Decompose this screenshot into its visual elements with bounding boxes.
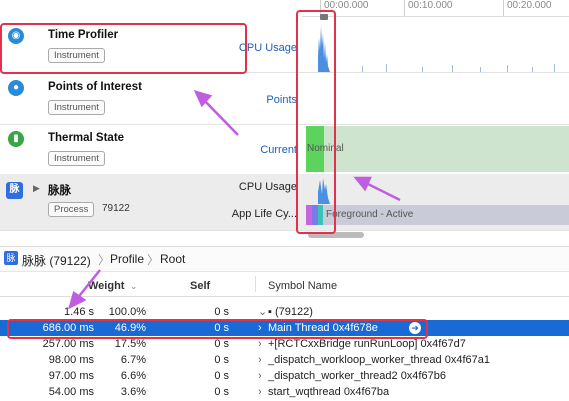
- annotation-arrows: [68, 90, 401, 310]
